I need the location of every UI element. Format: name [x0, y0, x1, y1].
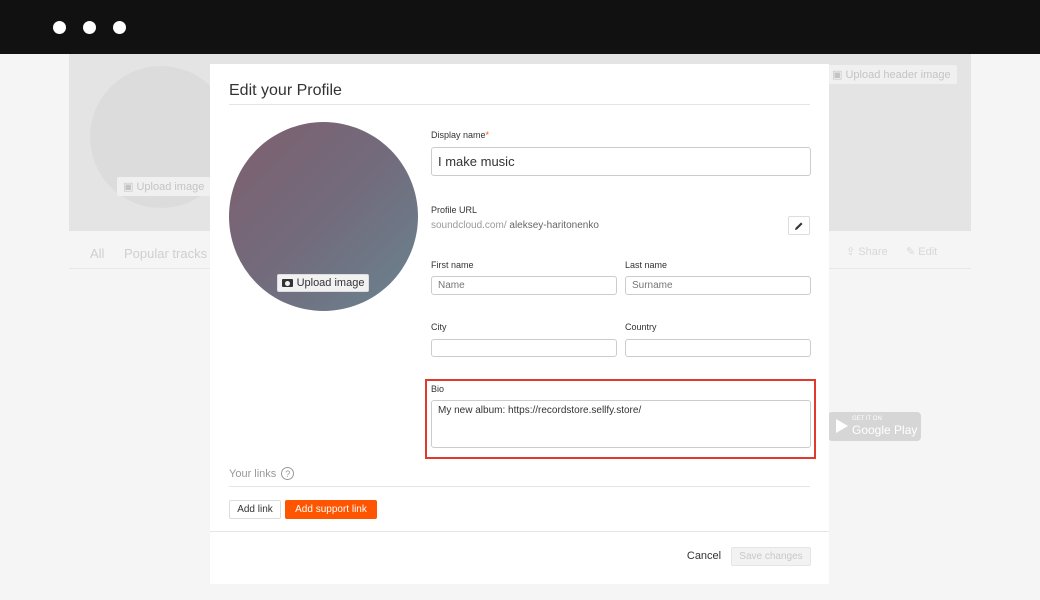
edit-profile-modal: Edit your Profile Upload image Display n… — [210, 64, 829, 584]
background-divider — [829, 268, 971, 269]
background-upload-image-button[interactable]: ▣ Upload image — [117, 177, 211, 196]
background-tab-popular-tracks[interactable]: Popular tracks — [124, 246, 207, 261]
city-input[interactable] — [431, 339, 617, 357]
background-google-play-badge[interactable]: GET IT ON Google Play — [828, 412, 921, 441]
play-icon — [836, 419, 848, 433]
add-support-link-button[interactable]: Add support link — [285, 500, 377, 519]
bio-label: Bio — [431, 384, 445, 394]
background-upload-header-button[interactable]: ▣ Upload header image — [826, 65, 957, 84]
city-label: City — [431, 322, 447, 332]
required-mark: * — [485, 130, 490, 140]
window-titlebar — [0, 0, 1040, 54]
your-links-label: Your links ? — [229, 467, 295, 480]
cancel-button[interactable]: Cancel — [684, 547, 724, 565]
last-name-input[interactable] — [625, 276, 811, 295]
country-input[interactable] — [625, 339, 811, 357]
background-edit-button[interactable]: ✎ Edit — [906, 245, 937, 258]
save-changes-button[interactable]: Save changes — [731, 547, 811, 566]
background-share-button[interactable]: ⇪ Share — [846, 245, 888, 258]
pencil-icon: ✎ — [906, 246, 919, 258]
last-name-label: Last name — [625, 260, 668, 270]
profile-url-value: soundcloud.com/ aleksey-haritonenko — [431, 220, 599, 231]
background-tab-all[interactable]: All — [90, 246, 104, 261]
profile-url-label: Profile URL — [431, 205, 478, 215]
pencil-icon — [795, 222, 803, 230]
background-divider — [69, 268, 210, 269]
camera-icon: ▣ — [832, 69, 846, 81]
display-name-input[interactable] — [431, 147, 811, 176]
add-link-button[interactable]: Add link — [229, 500, 281, 519]
title-divider — [229, 104, 810, 105]
modal-title: Edit your Profile — [229, 82, 342, 99]
window-minimize-dot[interactable] — [83, 21, 96, 34]
first-name-label: First name — [431, 260, 474, 270]
edit-url-button[interactable] — [788, 216, 810, 235]
links-divider — [229, 486, 810, 487]
window-maximize-dot[interactable] — [113, 21, 126, 34]
country-label: Country — [625, 322, 657, 332]
footer-divider — [210, 531, 829, 532]
share-icon: ⇪ — [846, 246, 859, 258]
window-close-dot[interactable] — [53, 21, 66, 34]
help-icon[interactable]: ? — [281, 467, 295, 480]
first-name-input[interactable] — [431, 276, 617, 295]
bio-textarea[interactable]: My new album: https://recordstore.sellfy… — [431, 400, 811, 448]
display-name-label: Display name* — [431, 130, 490, 140]
camera-icon: ▣ — [123, 181, 137, 193]
camera-icon — [281, 279, 293, 287]
upload-image-button[interactable]: Upload image — [277, 274, 369, 292]
